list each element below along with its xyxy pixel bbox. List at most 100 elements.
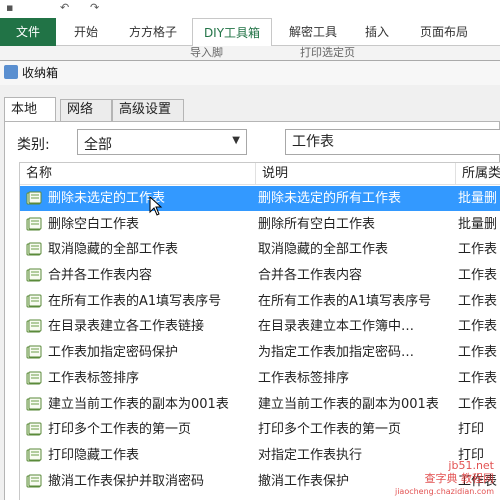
- list-item[interactable]: 删除未选定的工作表 删除未选定的所有工作表 批量删: [20, 186, 500, 212]
- undo-icon[interactable]: ↶: [60, 1, 69, 14]
- item-description: 删除未选定的所有工作表: [258, 191, 402, 206]
- script-book-icon: [26, 268, 42, 282]
- list-item[interactable]: 打印多个工作表的第一页 打印多个工作表的第一页 打印: [20, 417, 500, 443]
- item-category: 工作表: [458, 268, 498, 284]
- list-item[interactable]: 工作表标签排序 工作表标签排序 工作表: [20, 366, 500, 392]
- list-item[interactable]: 工作表加指定密码保护 为指定工作表加指定密码… 工作表: [20, 340, 500, 366]
- item-category: 工作表: [458, 345, 498, 361]
- item-name-text: 取消隐藏的全部工作表: [48, 242, 179, 258]
- column-category[interactable]: 所属类: [456, 163, 500, 185]
- item-category: 工作表: [458, 396, 498, 412]
- script-book-icon: [26, 474, 42, 488]
- script-book-icon: [26, 319, 42, 333]
- list-item[interactable]: 建立当前工作表的副本为001表 建立当前工作表的副本为001表 工作表: [20, 392, 500, 418]
- script-list: 名称 说明 所属类 删除未选定的工作表 删除未选定的所有工作表 批量删 删除空白工作表…: [19, 162, 500, 500]
- script-book-icon: [26, 422, 42, 436]
- script-book-icon: [26, 371, 42, 385]
- item-category: 批量删: [458, 216, 498, 232]
- quick-access-toolbar: ▪ ↶ ↷: [0, 0, 500, 18]
- item-name: 打印隐藏工作表: [26, 443, 252, 468]
- item-name: 在目录表建立各工作表链接: [26, 314, 252, 339]
- script-book-icon: [26, 191, 42, 205]
- item-name: 取消隐藏的全部工作表: [26, 237, 252, 262]
- item-name: 撤消工作表保护并取消密码: [26, 469, 252, 494]
- chevron-down-icon: ▼: [232, 135, 240, 146]
- item-category: 工作表: [458, 242, 498, 258]
- item-name-text: 工作表加指定密码保护: [48, 345, 179, 361]
- save-icon[interactable]: ▪: [6, 1, 13, 14]
- script-book-icon: [26, 448, 42, 462]
- item-category: 工作表: [458, 370, 498, 386]
- category-select[interactable]: 全部 ▼: [77, 129, 247, 155]
- script-book-icon: [26, 345, 42, 359]
- script-book-icon: [26, 242, 42, 256]
- category-value: 全部: [84, 137, 112, 153]
- dialog-titlebar[interactable]: 收纳箱: [0, 61, 500, 85]
- toolbar-print[interactable]: 打印选定页: [300, 46, 355, 59]
- item-name-text: 删除未选定的工作表: [48, 191, 166, 206]
- item-description: 打印多个工作表的第一页: [258, 422, 402, 438]
- item-name: 打印多个工作表的第一页: [26, 417, 252, 442]
- item-description: 取消隐藏的全部工作表: [258, 242, 389, 258]
- list-rows: 删除未选定的工作表 删除未选定的所有工作表 批量删 删除空白工作表 删除所有空白工作表批…: [20, 186, 500, 495]
- ribbon-tabs: 文件 开始 方方格子 DIY工具箱 解密工具 插入 页面布局: [0, 18, 500, 47]
- item-name-text: 合并各工作表内容: [48, 268, 153, 284]
- item-category: 打印: [458, 422, 485, 438]
- storage-box-dialog: 收纳箱 本地 网络 高级设置 类别: 全部 ▼ 工作表 名称 说明 所属类 删除…: [0, 60, 500, 500]
- item-name-text: 删除空白工作表: [48, 216, 140, 232]
- item-name-text: 在所有工作表的A1填写表序号: [48, 293, 222, 309]
- item-name: 在所有工作表的A1填写表序号: [26, 289, 252, 314]
- item-name: 删除空白工作表: [26, 212, 252, 237]
- redo-icon[interactable]: ↷: [90, 1, 99, 14]
- item-description: 为指定工作表加指定密码…: [258, 345, 415, 361]
- tab-network[interactable]: 网络: [60, 99, 112, 121]
- item-category: 工作表: [458, 293, 498, 309]
- item-description: 建立当前工作表的副本为001表: [258, 396, 439, 412]
- tab-insert[interactable]: 插入: [352, 18, 402, 46]
- tab-local[interactable]: 本地: [4, 97, 56, 121]
- column-description[interactable]: 说明: [256, 163, 456, 185]
- item-name-text: 撤消工作表保护并取消密码: [48, 473, 205, 489]
- item-name: 工作表标签排序: [26, 366, 252, 391]
- tab-home[interactable]: 开始: [60, 18, 112, 46]
- item-name: 建立当前工作表的副本为001表: [26, 392, 252, 417]
- list-item[interactable]: 在目录表建立各工作表链接 在目录表建立本工作簿中… 工作表: [20, 314, 500, 341]
- list-item[interactable]: 在所有工作表的A1填写表序号 在所有工作表的A1填写表序号 工作表: [20, 289, 500, 315]
- tab-decrypt[interactable]: 解密工具: [278, 18, 348, 46]
- item-description: 工作表标签排序: [258, 370, 350, 386]
- item-name-text: 打印多个工作表的第一页: [48, 422, 192, 438]
- item-name: 删除未选定的工作表: [26, 186, 252, 211]
- list-item[interactable]: 合并各工作表内容 合并各工作表内容 工作表: [20, 263, 500, 289]
- watermark: jb51.net 查字典 教程网 jiaocheng.chazidian.com: [395, 459, 494, 498]
- item-name-text: 建立当前工作表的副本为001表: [48, 396, 229, 412]
- item-name-text: 工作表标签排序: [48, 370, 140, 386]
- item-description: 合并各工作表内容: [258, 268, 363, 284]
- item-description: 在目录表建立本工作簿中…: [258, 319, 415, 335]
- item-name-text: 在目录表建立各工作表链接: [48, 319, 205, 335]
- app-icon: [4, 65, 18, 79]
- toolbar-import[interactable]: 导入脚: [190, 46, 223, 59]
- script-book-icon: [26, 294, 42, 308]
- list-item[interactable]: 删除空白工作表 删除所有空白工作表 批量删: [20, 212, 500, 238]
- tab-page-layout[interactable]: 页面布局: [406, 18, 482, 46]
- item-name-text: 打印隐藏工作表: [48, 447, 140, 463]
- watermark-line2: 查字典 教程网: [424, 472, 495, 485]
- item-name: 工作表加指定密码保护: [26, 340, 252, 365]
- item-category: 工作表: [458, 319, 498, 335]
- script-book-icon: [26, 217, 42, 231]
- item-description: 删除所有空白工作表: [258, 216, 376, 232]
- item-name: 合并各工作表内容: [26, 263, 252, 288]
- category-label: 类别:: [17, 137, 50, 153]
- tab-file[interactable]: 文件: [0, 18, 56, 46]
- tab-fangfang[interactable]: 方方格子: [118, 18, 188, 46]
- list-item[interactable]: 取消隐藏的全部工作表 取消隐藏的全部工作表 工作表: [20, 237, 500, 264]
- ribbon-toolbar: 导入脚 打印选定页: [0, 46, 500, 60]
- tab-advanced[interactable]: 高级设置: [112, 99, 184, 121]
- list-header: 名称 说明 所属类: [20, 163, 500, 185]
- dialog-title: 收纳箱: [22, 66, 59, 80]
- column-name[interactable]: 名称: [20, 163, 256, 185]
- tab-diy-toolbox[interactable]: DIY工具箱: [192, 18, 272, 47]
- local-panel: 类别: 全部 ▼ 工作表 名称 说明 所属类 删除未选定的工作表 删除未选定的所有…: [4, 121, 500, 500]
- search-input[interactable]: 工作表: [285, 129, 500, 155]
- item-category: 批量删: [458, 191, 498, 206]
